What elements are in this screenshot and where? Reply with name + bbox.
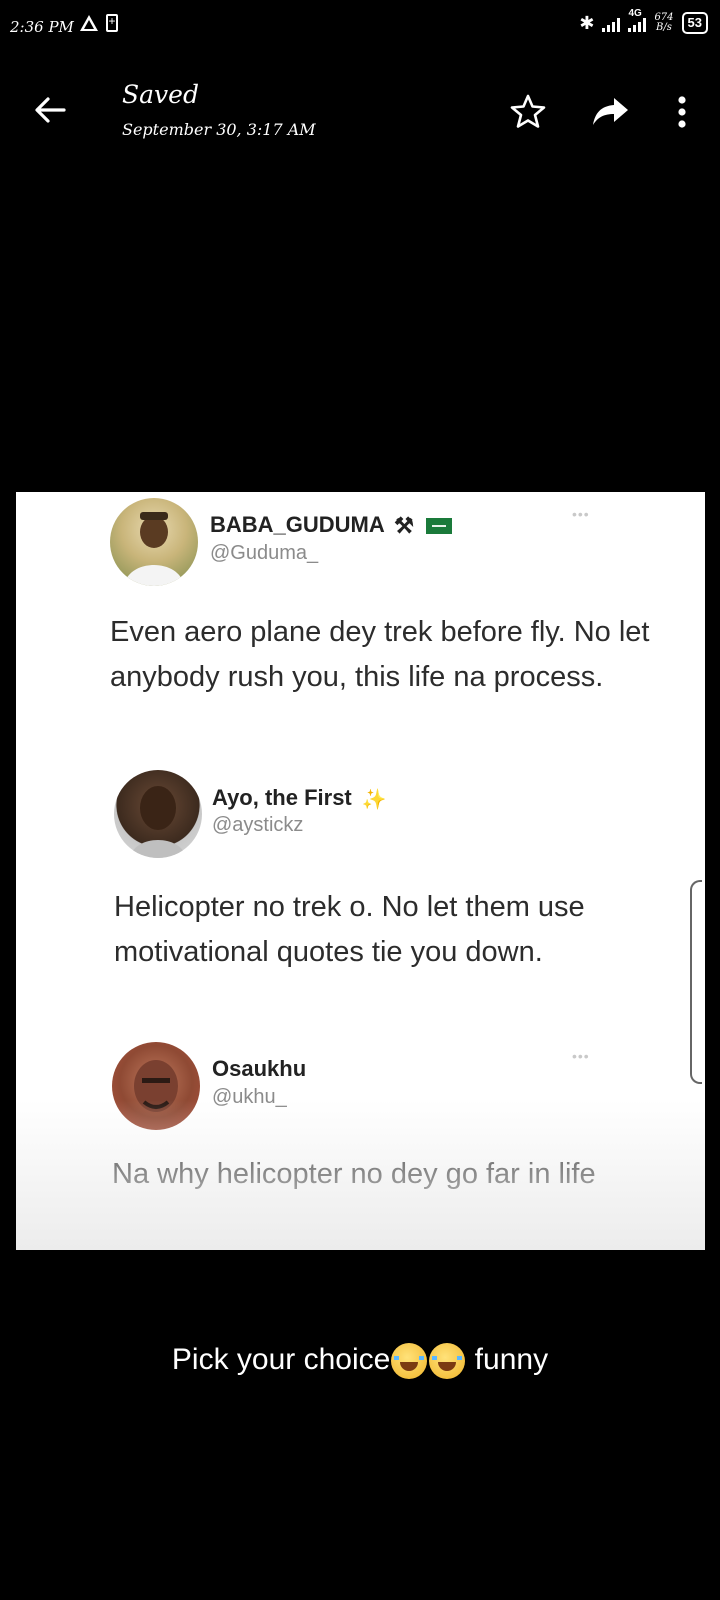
avatar [114,770,202,858]
status-icons-left [80,14,118,32]
warning-icon [80,15,98,31]
star-icon[interactable] [508,92,548,132]
tweet-author-name: Ayo, the First ✨ [212,785,387,812]
flag-icon [425,518,452,535]
avatar [112,1042,200,1130]
more-vert-icon[interactable] [670,92,694,132]
saved-image[interactable]: BABA_GUDUMA ⚒ @Guduma_ ••• Even aero pla… [16,492,705,1250]
signal-icon [602,14,621,32]
tweet-handle: @ukhu_ [212,1086,287,1108]
joy-emoji-icon [429,1343,466,1380]
avatar [110,498,198,586]
tweet-menu-icon: ••• [572,1048,590,1064]
signal-4g: 4G [628,8,647,32]
tweet-author-name: BABA_GUDUMA ⚒ [210,512,452,539]
tweet-author-name: Osaukhu [212,1056,307,1081]
status-icons-right: ✱ 4G 674 B/s 53 [579,8,708,34]
page-title: Saved [122,80,199,109]
tweet-text: Na why helicopter no dey go far in life [112,1158,596,1190]
author-name-text: Ayo, the First [212,785,352,810]
author-name-text: BABA_GUDUMA [210,512,384,537]
status-time: 2:36 PM [10,18,74,36]
hammer-pick-icon: ⚒ [394,513,414,539]
tweet-text: Even aero plane dey trek before fly. No … [110,616,650,693]
sparkle-icon: ✨ [361,788,387,811]
tweet-handle: @Guduma_ [210,542,319,564]
battery-saver-icon [106,14,118,32]
caption: Pick your choice funny [0,1343,720,1380]
page-subtitle: September 30, 3:17 AM [122,120,316,139]
tweet-text: Helicopter no trek o. No let them use mo… [114,891,585,968]
bluetooth-icon: ✱ [579,12,595,33]
joy-emoji-icon [391,1343,428,1380]
caption-text: Pick your choice [171,1343,391,1376]
tweet-handle: @aystickz [212,814,304,836]
data-speed: 674 B/s [654,13,673,33]
tweet-menu-icon: ••• [572,506,590,522]
status-bar: 2:36 PM ✱ 4G 674 B/s 53 [0,0,720,56]
data-speed-unit: B/s [656,22,672,33]
battery-indicator: 53 [681,12,708,34]
scroll-handle[interactable] [690,880,702,1084]
back-arrow-icon[interactable] [30,90,70,130]
share-icon[interactable] [590,92,632,132]
network-type: 4G [628,8,642,19]
caption-text-after: funny [466,1343,549,1376]
app-bar: Saved September 30, 3:17 AM [0,70,720,150]
battery-level: 53 [687,15,702,30]
